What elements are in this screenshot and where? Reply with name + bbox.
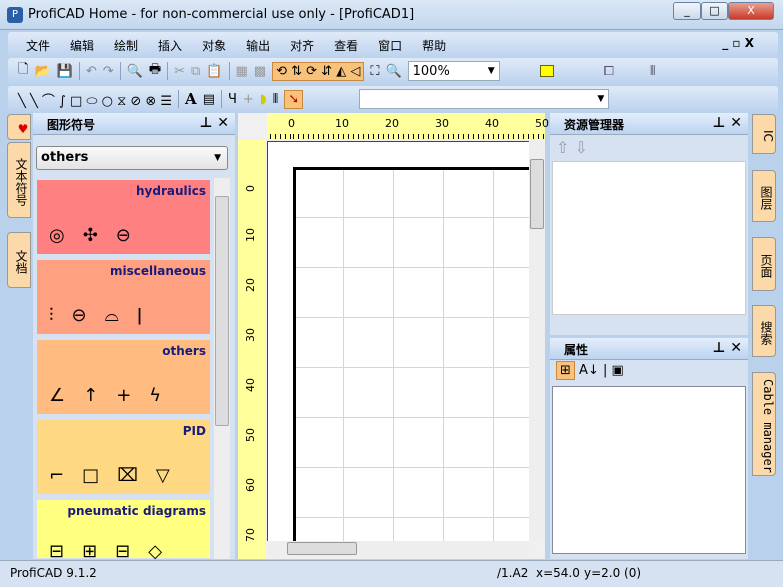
menu-file[interactable]: 文件 bbox=[26, 39, 50, 53]
favorites-tab[interactable]: ♥ bbox=[7, 114, 31, 140]
properties-grid[interactable] bbox=[552, 386, 746, 554]
menu-help[interactable]: 帮助 bbox=[422, 39, 446, 53]
draw-shape-tools[interactable]: ╲ ╲ ⌒ ∫ □ ⬭ ○ ⧖ ⊘ ⊗ ☰ bbox=[18, 90, 172, 109]
properties-panel: 属性 ⊥ ✕ ⊞ A↓ | ▣ bbox=[550, 338, 748, 559]
pin-close-icons[interactable]: ⊥ ✕ bbox=[200, 115, 229, 131]
main-toolbar: 🗋 📂 💾 ↶ ↷ 🔍 🖶 ✂ ⧉ 📋 ▦ ▩ ⟲ ⇅ ⟳ ⇵ ◭ ◁ ⛶ 🔍 100% ▼ ⧠ … bbox=[8, 58, 778, 84]
explorer-content[interactable] bbox=[552, 161, 746, 315]
align-icon[interactable]: ⫴ bbox=[650, 64, 655, 79]
zoom-combo[interactable]: 100% ▼ bbox=[407, 61, 500, 81]
tab-cable-manager[interactable]: Cable manager bbox=[752, 372, 776, 476]
explorer-toolbar: ⇧ ⇩ bbox=[550, 135, 748, 161]
window-title: ProfiCAD Home - for non-commercial use o… bbox=[28, 7, 415, 22]
tab-ic[interactable]: IC bbox=[752, 114, 776, 154]
menu-bar: 文件 编辑 绘制 插入 对象 输出 对齐 查看 窗口 帮助 _ ▫ X bbox=[8, 32, 778, 58]
property-pages-icon[interactable]: ▣ bbox=[612, 363, 624, 378]
pin-close-icons[interactable]: ⊥ ✕ bbox=[713, 115, 742, 131]
menu-output[interactable]: 输出 bbox=[246, 39, 270, 53]
zoom-fit-icon[interactable]: ⛶ bbox=[370, 64, 379, 79]
junction-icon[interactable]: + bbox=[243, 92, 254, 107]
open-icon[interactable]: 📂 bbox=[34, 64, 50, 79]
menu-window[interactable]: 窗口 bbox=[378, 39, 402, 53]
explorer-panel: 资源管理器 ⊥ ✕ ⇧ ⇩ bbox=[550, 113, 748, 335]
category-pneumatic-diagrams[interactable]: pneumatic diagrams ⊟⊞⊟◇ bbox=[37, 500, 210, 562]
style-combo[interactable]: ▼ bbox=[359, 89, 610, 109]
picture-icon[interactable]: ▩ bbox=[254, 64, 266, 79]
category-select[interactable]: others ▼ bbox=[36, 146, 228, 170]
mdi-controls[interactable]: _ ▫ X bbox=[722, 36, 754, 50]
tab-layers[interactable]: 图层 bbox=[752, 170, 776, 222]
menu-view[interactable]: 查看 bbox=[334, 39, 358, 53]
menu-align[interactable]: 对齐 bbox=[290, 39, 314, 53]
drawing-canvas[interactable] bbox=[267, 141, 529, 541]
up-arrow-icon[interactable]: ⇧ bbox=[556, 138, 569, 157]
tab-documents[interactable]: 文档 bbox=[7, 232, 31, 288]
status-bar: ProfiCAD 9.1.2 /1.A2 x=54.0 y=2.0 (0) bbox=[0, 560, 783, 587]
save-icon[interactable]: 💾 bbox=[57, 64, 73, 79]
app-icon: P bbox=[7, 7, 23, 23]
minimize-button[interactable]: _ bbox=[673, 2, 701, 20]
bus-icon[interactable]: ⦀ bbox=[273, 92, 279, 107]
select-pointer-icon[interactable]: ➘ bbox=[284, 89, 304, 109]
menu-object[interactable]: 对象 bbox=[202, 39, 226, 53]
drawing-sheet bbox=[293, 167, 529, 541]
category-pid[interactable]: PID ⌐□⌧▽ bbox=[37, 420, 210, 494]
ruler-left-labels: 0 10 20 30 40 50 60 70 bbox=[244, 185, 257, 542]
tab-text-symbols[interactable]: 文本符号 bbox=[7, 142, 31, 218]
heart-icon: ♥ bbox=[16, 122, 30, 136]
new-icon[interactable]: 🗋 bbox=[18, 60, 28, 82]
redo-icon[interactable]: ↷ bbox=[103, 64, 114, 79]
tab-pages[interactable]: 页面 bbox=[752, 237, 776, 291]
symbols-panel-header: 图形符号 ⊥ ✕ bbox=[33, 113, 235, 135]
rotate-flip-tools[interactable]: ⟲ ⇅ ⟳ ⇵ ◭ ◁ bbox=[272, 61, 365, 81]
text-tool-icon[interactable]: A bbox=[185, 90, 197, 108]
menu-insert[interactable]: 插入 bbox=[158, 39, 182, 53]
copy-icon[interactable]: ⧉ bbox=[191, 64, 200, 79]
canvas-hscroll[interactable] bbox=[267, 541, 529, 557]
undo-icon[interactable]: ↶ bbox=[86, 64, 97, 79]
down-arrow-icon[interactable]: ⇩ bbox=[575, 138, 588, 157]
paragraph-icon[interactable]: ▤ bbox=[203, 92, 215, 107]
canvas-vscroll[interactable] bbox=[529, 141, 545, 541]
cut-icon[interactable]: ✂ bbox=[174, 64, 185, 79]
zoom-icon[interactable]: 🔍 bbox=[385, 64, 401, 79]
print-icon[interactable]: 🖶 bbox=[149, 60, 161, 82]
group-icon[interactable]: ⧠ bbox=[604, 64, 614, 79]
wire-icon[interactable]: Ч bbox=[228, 92, 237, 107]
layer-folder-icon[interactable] bbox=[539, 65, 554, 77]
category-miscellaneous[interactable]: miscellaneous ⫶⊖⌓ǀ bbox=[37, 260, 210, 334]
pin-close-icons[interactable]: ⊥ ✕ bbox=[713, 340, 742, 356]
categorized-icon[interactable]: ⊞ bbox=[556, 361, 575, 380]
paste-icon[interactable]: 📋 bbox=[206, 64, 222, 79]
menu-edit[interactable]: 编辑 bbox=[70, 39, 94, 53]
maximize-button[interactable]: □ bbox=[701, 2, 728, 20]
print-preview-icon[interactable]: 🔍 bbox=[127, 64, 143, 79]
menu-draw[interactable]: 绘制 bbox=[114, 39, 138, 53]
category-hydraulics[interactable]: hydraulics ◎✣⊖ bbox=[37, 180, 210, 254]
gate-icon[interactable]: ◗ bbox=[260, 92, 267, 107]
draw-toolbar: ╲ ╲ ⌒ ∫ □ ⬭ ○ ⧖ ⊘ ⊗ ☰ A ▤ Ч + ◗ ⦀ ➘ ▼ bbox=[8, 86, 778, 112]
sort-az-icon[interactable]: A↓ bbox=[579, 363, 599, 378]
ruler-top: 0 10 20 30 40 50 bbox=[267, 113, 549, 139]
properties-toolbar: ⊞ A↓ | ▣ bbox=[550, 360, 748, 386]
category-others[interactable]: others ∠↑+ϟ bbox=[37, 340, 210, 414]
tab-search[interactable]: 搜索 bbox=[752, 305, 776, 357]
title-bar: P ProfiCAD Home - for non-commercial use… bbox=[0, 0, 783, 30]
close-button[interactable]: X bbox=[728, 2, 774, 20]
image-icon[interactable]: ▦ bbox=[236, 64, 248, 79]
